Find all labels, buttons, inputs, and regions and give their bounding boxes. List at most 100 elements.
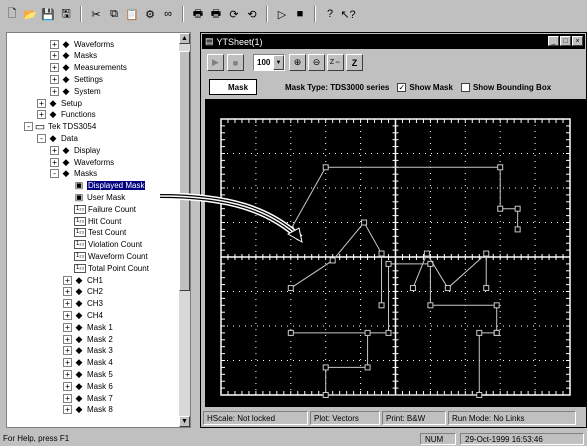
tree-item[interactable]: + ◆ Display [50, 144, 100, 156]
expand-icon[interactable]: + [50, 74, 59, 84]
tree-item[interactable]: + ◆ CH2 [63, 286, 103, 298]
save-as-icon[interactable]: 🖫 [58, 6, 74, 22]
expand-icon[interactable]: + [63, 299, 72, 309]
help-icon[interactable]: ? [322, 6, 338, 22]
show-mask-checkbox[interactable]: ✓ [397, 82, 407, 92]
tree-item[interactable]: + ◆ Mask 6 [63, 380, 113, 392]
zoom-out-icon[interactable]: ⊖ [308, 54, 325, 71]
tree-item[interactable]: - ▭ Tek TDS3054 [24, 121, 96, 133]
tree-item[interactable]: + ◆ Measurements [50, 62, 127, 74]
close-button[interactable]: × [572, 36, 583, 46]
expand-icon[interactable]: + [50, 51, 59, 61]
print-status: Print: B&W [382, 411, 446, 425]
tree-item[interactable]: - ◆ Data [37, 132, 78, 144]
link-icon[interactable]: ∞ [160, 6, 176, 22]
tree-item[interactable]: 1₂₃ Test Count [63, 227, 126, 239]
expand-icon[interactable]: + [63, 334, 72, 344]
expand-icon[interactable]: + [50, 63, 59, 73]
tree-item[interactable]: + ◆ Mask 3 [63, 345, 113, 357]
tree-item-label: Measurements [74, 63, 127, 73]
zoom-box-icon[interactable]: Z [346, 54, 363, 71]
stop-icon[interactable]: ■ [292, 6, 308, 22]
tree-item[interactable]: + ◆ Mask 8 [63, 404, 113, 416]
zoom-in-icon[interactable]: ⊕ [289, 54, 306, 71]
tree-item[interactable]: + ◆ Setup [37, 97, 82, 109]
expand-icon[interactable]: + [63, 381, 72, 391]
object-tree[interactable]: + ◆ Waveforms + ◆ Masks + ◆ Measurements + ◆ Settin… [6, 32, 191, 428]
window-title-bar[interactable]: ▤ YTSheet(1) _ □ × [202, 34, 585, 49]
tree-item[interactable]: - ◆ Masks [50, 168, 97, 180]
tree-item[interactable]: + ◆ Waveforms [50, 156, 114, 168]
refresh-all-icon[interactable]: ⟲ [244, 6, 260, 22]
play-icon[interactable]: ▶ [207, 54, 224, 71]
tree-item[interactable]: + ◆ Mask 1 [63, 321, 113, 333]
tree-item[interactable]: + ◆ Waveforms [50, 38, 114, 50]
expand-icon[interactable]: + [37, 110, 46, 120]
tree-item[interactable]: + ◆ Settings [50, 73, 103, 85]
new-icon[interactable]: 🗋 [4, 6, 20, 22]
tree-item[interactable]: ▣ Displayed Mask [63, 180, 146, 192]
expand-icon[interactable]: + [63, 358, 72, 368]
print-preview-icon[interactable]: 🖶 [208, 6, 224, 22]
mask-vertex [493, 329, 500, 336]
expand-icon[interactable]: + [50, 157, 59, 167]
print-icon[interactable]: 🖶 [190, 6, 206, 22]
expand-icon[interactable]: + [63, 275, 72, 285]
expand-icon[interactable]: + [63, 346, 72, 356]
expand-icon[interactable]: + [50, 86, 59, 96]
ytsheet-window[interactable]: ▤ YTSheet(1) _ □ × ▶ ■ 100 ▼ ⊕ ⊖ Z⇔ Z Ma… [200, 32, 587, 428]
expand-icon[interactable]: + [37, 98, 46, 108]
tree-item[interactable]: 1₂₃ Violation Count [63, 239, 142, 251]
tree-item[interactable]: + ◆ CH4 [63, 309, 103, 321]
open-icon[interactable]: 📂 [22, 6, 38, 22]
collapse-icon[interactable]: - [24, 122, 33, 132]
tree-item[interactable]: + ◆ Functions [37, 109, 96, 121]
expand-icon[interactable]: + [50, 39, 59, 49]
tree-item[interactable]: + ◆ Mask 4 [63, 357, 113, 369]
refresh-icon[interactable]: ⟳ [226, 6, 242, 22]
tree-item[interactable]: + ◆ CH3 [63, 298, 103, 310]
show-bounding-box-checkbox[interactable] [460, 82, 470, 92]
tree-item[interactable]: 1₂₃ Waveform Count [63, 250, 148, 262]
mask-plot[interactable] [205, 99, 586, 407]
expand-icon[interactable]: + [63, 393, 72, 403]
tree-item[interactable]: + ◆ CH1 [63, 274, 103, 286]
mask-name-field[interactable]: Mask [209, 79, 257, 95]
expand-icon[interactable]: + [50, 145, 59, 155]
tree-item[interactable]: + ◆ Mask 2 [63, 333, 113, 345]
chevron-down-icon[interactable]: ▼ [273, 55, 284, 70]
maximize-button[interactable]: □ [560, 36, 571, 46]
expand-icon[interactable]: + [63, 369, 72, 379]
expand-icon[interactable]: + [63, 287, 72, 297]
collapse-icon[interactable]: - [50, 169, 59, 179]
zoom-select[interactable]: 100 ▼ [253, 54, 285, 71]
tree-item[interactable]: + ◆ System [50, 85, 101, 97]
help-hint: For Help, press F1 [3, 434, 70, 443]
tree-item[interactable]: ▣ User Mask [63, 191, 126, 203]
tree-item[interactable]: + ◆ Mask 7 [63, 392, 113, 404]
tree-scrollbar[interactable]: ▲ ▼ [179, 33, 190, 427]
save-icon[interactable]: 💾 [40, 6, 56, 22]
tree-item-label: Display [74, 145, 101, 155]
tree-item[interactable]: 1₂₃ Failure Count [63, 203, 136, 215]
connect-icon[interactable]: ⚙ [142, 6, 158, 22]
scroll-up-button[interactable]: ▲ [179, 33, 190, 44]
tree-item[interactable]: 1₂₃ Total Point Count [63, 262, 149, 274]
stop-icon[interactable]: ■ [227, 54, 244, 71]
context-help-icon[interactable]: ↖? [340, 6, 356, 22]
tree-item[interactable]: + ◆ Masks [50, 50, 97, 62]
paste-icon[interactable]: 📋 [124, 6, 140, 22]
scroll-thumb[interactable] [179, 51, 190, 291]
minimize-button[interactable]: _ [548, 36, 559, 46]
expand-icon[interactable]: + [63, 310, 72, 320]
cut-icon[interactable]: ✂ [88, 6, 104, 22]
tree-item[interactable]: 1₂₃ Hit Count [63, 215, 121, 227]
tree-item[interactable]: + ◆ Mask 5 [63, 368, 113, 380]
run-icon[interactable]: ▷ [274, 6, 290, 22]
zoom-toggle-icon[interactable]: Z⇔ [327, 54, 344, 71]
expand-icon[interactable]: + [63, 405, 72, 415]
scroll-down-button[interactable]: ▼ [179, 416, 190, 427]
expand-icon[interactable]: + [63, 322, 72, 332]
collapse-icon[interactable]: - [37, 133, 46, 143]
copy-icon[interactable]: ⧉ [106, 6, 122, 22]
